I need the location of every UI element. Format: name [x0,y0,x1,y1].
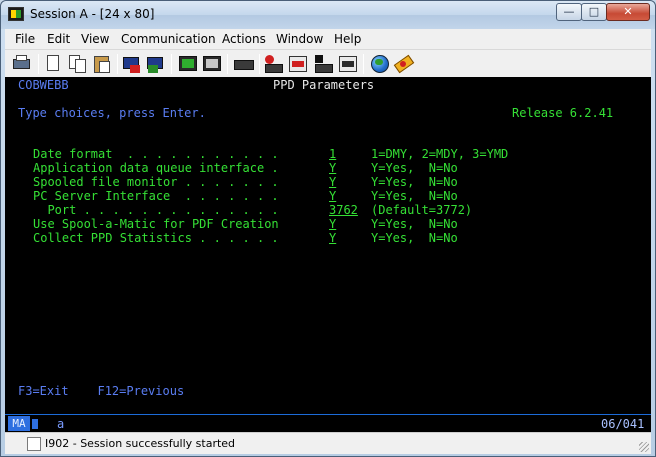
field-hint: Y=Yes, N=No [371,189,458,203]
message-icon [27,437,41,451]
title-bar[interactable]: Session A - [24 x 80] — □ ✕ [1,1,655,29]
menu-bar: File Edit View Communication Actions Win… [5,29,651,49]
release-text: Release 6.2.41 [512,106,614,120]
field-label: Collect PPD Statistics . . . . . . [33,231,279,245]
menu-help[interactable]: Help [334,32,361,46]
field-label: Date format . . . . . . . . . . . [33,147,279,161]
data-queue-input[interactable]: Y [329,161,336,175]
menu-window[interactable]: Window [276,32,323,46]
app-icon [8,7,24,21]
toolbar [5,49,651,77]
field-label: PC Server Interface . . . . . . . [33,189,279,203]
statistics-input[interactable]: Y [329,231,336,245]
emulator-window: Session A - [24 x 80] — □ ✕ File Edit Vi… [0,0,656,457]
field-hint: Y=Yes, N=No [371,161,458,175]
customize-icon[interactable] [393,53,415,75]
field-hint: Y=Yes, N=No [371,175,458,189]
display-icon[interactable] [177,53,199,75]
close-button[interactable]: ✕ [606,3,650,21]
menu-actions[interactable]: Actions [222,32,266,46]
print-screen-icon[interactable] [11,53,33,75]
operator-info-area: MA a 06/041 [5,414,651,432]
cut-icon[interactable] [43,53,65,75]
keyboard-icon[interactable] [233,53,255,75]
date-format-input[interactable]: 1 [329,147,336,161]
play-macro-icon[interactable] [287,53,309,75]
field-label: Application data queue interface . [33,161,279,175]
pc-server-input[interactable]: Y [329,189,336,203]
cursor-position: 06/041 [601,417,645,431]
menu-communication[interactable]: Communication [121,32,216,46]
status-bar: I902 - Session successfully started [5,432,651,454]
field-label: Spooled file monitor . . . . . . . [33,175,279,189]
field-hint: Y=Yes, N=No [371,231,458,245]
instructions-text: Type choices, press Enter. [18,106,206,120]
field-hint: Y=Yes, N=No [371,217,458,231]
menu-view[interactable]: View [81,32,109,46]
input-indicator: a [57,417,65,431]
copy-icon[interactable] [67,53,89,75]
maximize-button[interactable]: □ [581,3,607,21]
terminal-screen[interactable]: COBWEBB PPD Parameters Type choices, pre… [5,77,651,414]
receive-file-icon[interactable] [145,53,167,75]
send-file-icon[interactable] [121,53,143,75]
screen-title: PPD Parameters [273,78,375,92]
spool-monitor-input[interactable]: Y [329,175,336,189]
field-label: Port . . . . . . . . . . . . . . [33,203,279,217]
globe-icon[interactable] [369,53,391,75]
cursor-block [32,419,38,429]
macro-list-icon[interactable] [337,53,359,75]
mode-indicator: MA [8,416,30,431]
field-hint: (Default=3772) [371,203,473,217]
record-macro-icon[interactable] [263,53,285,75]
menu-edit[interactable]: Edit [47,32,70,46]
status-message: I902 - Session successfully started [45,437,236,450]
stop-macro-icon[interactable] [313,53,335,75]
window-title: Session A - [24 x 80] [30,7,155,21]
field-label: Use Spool-a-Matic for PDF Creation [33,217,279,231]
minimize-button[interactable]: — [556,3,582,21]
field-hint: 1=DMY, 2=MDY, 3=YMD [371,147,509,161]
paste-icon[interactable] [91,53,113,75]
port-input[interactable]: 3762 [329,203,358,217]
keypad-icon[interactable] [201,53,223,75]
menu-file[interactable]: File [15,32,35,46]
system-name: COBWEBB [18,78,69,92]
function-keys: F3=Exit F12=Previous [18,384,185,398]
spool-a-matic-input[interactable]: Y [329,217,336,231]
resize-grip-icon[interactable] [639,442,649,452]
